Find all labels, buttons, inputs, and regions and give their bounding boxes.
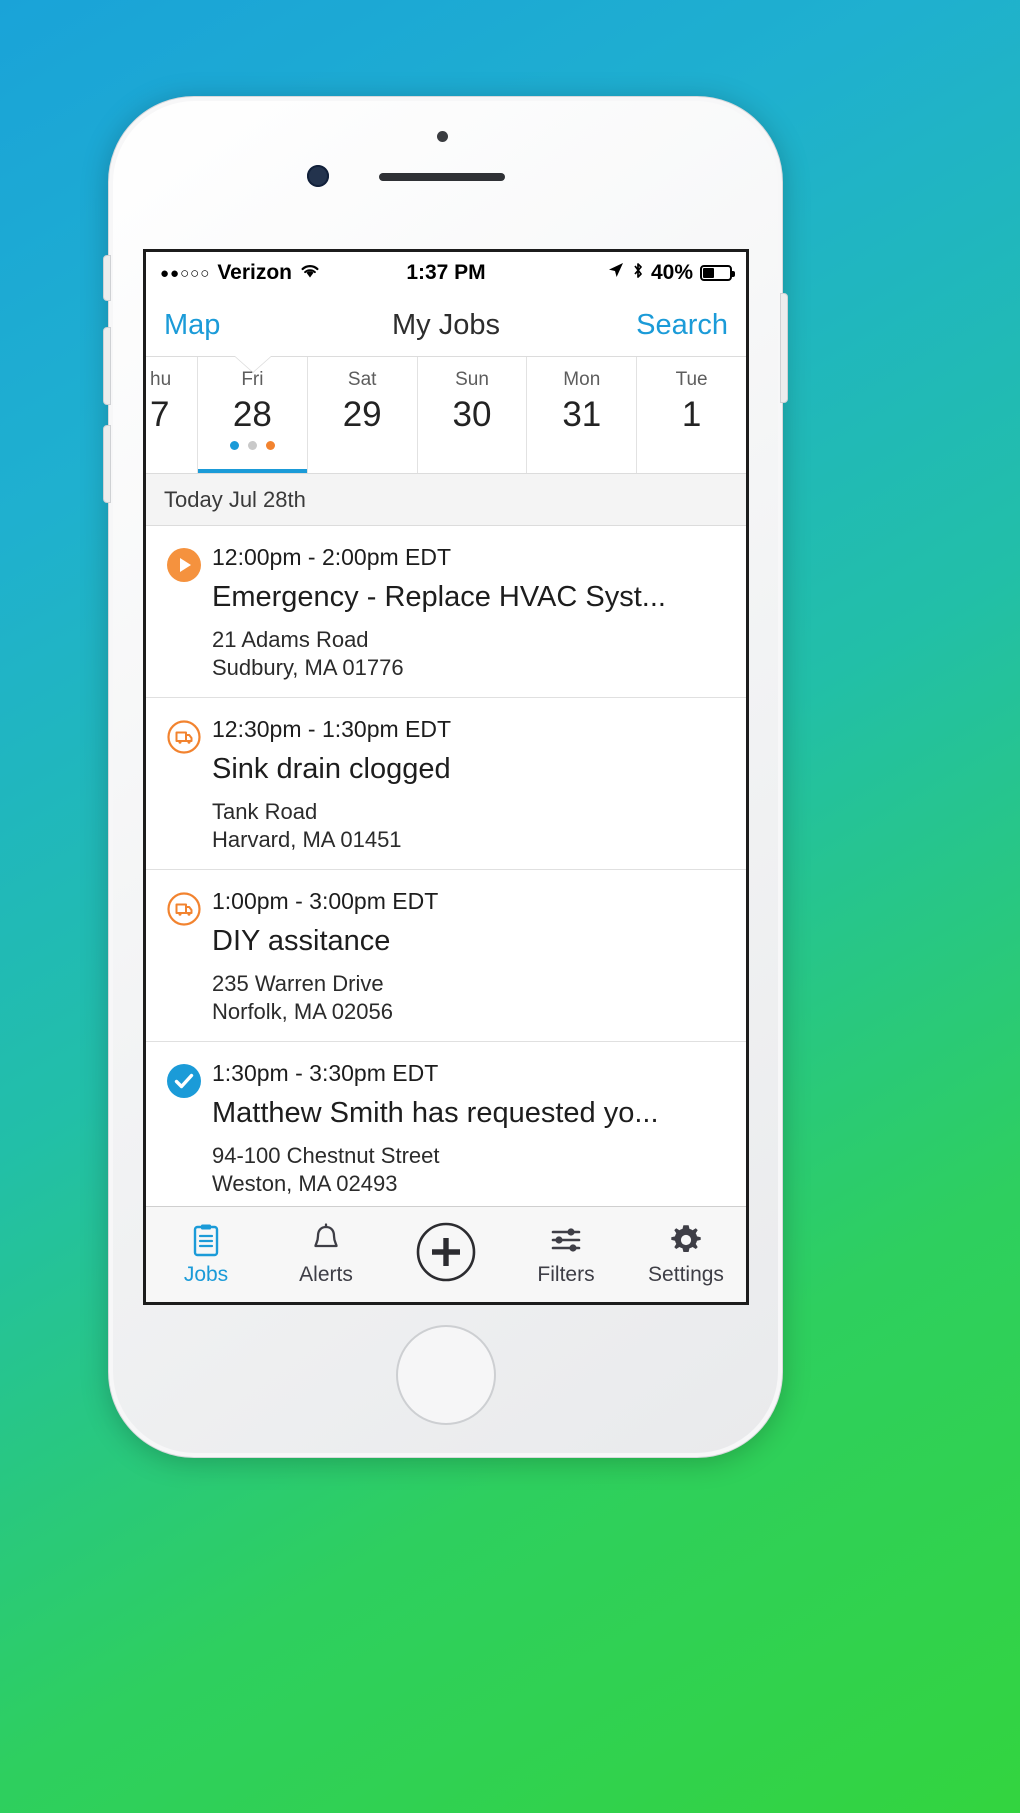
tab-jobs[interactable]: Jobs <box>146 1222 266 1287</box>
earpiece-speaker <box>379 173 505 181</box>
job-address: 94-100 Chestnut Street Weston, MA 02493 <box>212 1142 730 1197</box>
job-address-line1: 21 Adams Road <box>212 627 369 652</box>
bluetooth-icon <box>632 261 644 286</box>
table-row[interactable]: 1:30pm - 3:30pm EDT Matthew Smith has re… <box>146 1042 746 1214</box>
section-header: Today Jul 28th <box>146 474 746 526</box>
home-button[interactable] <box>396 1325 496 1425</box>
day-number: 28 <box>232 395 272 434</box>
signal-strength-icon: ●●○○○ <box>160 264 211 282</box>
nav-bar: Map My Jobs Search <box>146 294 746 356</box>
job-title: Emergency - Replace HVAC Syst... <box>212 581 666 613</box>
tab-label: Filters <box>537 1263 595 1286</box>
table-row[interactable]: 12:30pm - 1:30pm EDT Sink drain clogged … <box>146 698 746 870</box>
day-name: Sat <box>347 369 377 390</box>
job-time: 1:30pm - 3:30pm EDT <box>212 1060 439 1086</box>
day-event-dot <box>247 441 257 450</box>
tab-label: Jobs <box>183 1263 229 1286</box>
clipboard-icon <box>191 1222 221 1258</box>
phone-device: ●●○○○ Verizon 1:37 PM 40% Map My Jobs Se… <box>103 96 788 1458</box>
day-number: 7 <box>150 395 170 434</box>
job-address-line1: 94-100 Chestnut Street <box>212 1143 440 1168</box>
tab-label: Settings <box>648 1263 724 1286</box>
mute-switch[interactable] <box>103 255 111 301</box>
job-address-line1: 235 Warren Drive <box>212 971 384 996</box>
gear-icon <box>669 1222 703 1258</box>
sliders-icon <box>550 1222 582 1258</box>
job-address: 235 Warren Drive Norfolk, MA 02056 <box>212 970 730 1025</box>
battery-percent-label: 40% <box>650 261 693 284</box>
location-arrow-icon <box>607 261 625 285</box>
day-cell-2[interactable]: Sat 29 <box>308 357 418 473</box>
job-address-line1: Tank Road <box>212 799 318 824</box>
carrier-label: Verizon <box>217 261 293 284</box>
day-cell-4[interactable]: Mon 31 <box>527 357 638 473</box>
day-number: 31 <box>562 395 602 434</box>
day-cell-1-selected[interactable]: Fri 28 <box>198 357 308 473</box>
day-name: Fri <box>241 369 264 390</box>
status-time: 1:37 PM <box>406 261 486 284</box>
search-button[interactable]: Search <box>636 309 728 342</box>
day-event-dot <box>229 441 239 450</box>
tab-filters[interactable]: Filters <box>506 1222 626 1287</box>
tab-settings[interactable]: Settings <box>626 1222 746 1287</box>
job-address-line2: Harvard, MA 01451 <box>212 826 402 852</box>
job-address: 21 Adams Road Sudbury, MA 01776 <box>212 626 730 681</box>
plus-circle-icon <box>415 1221 477 1283</box>
job-title: Matthew Smith has requested yo... <box>212 1097 659 1129</box>
day-name: Mon <box>563 369 601 390</box>
wifi-icon <box>299 261 321 285</box>
phone-screen: ●●○○○ Verizon 1:37 PM 40% Map My Jobs Se… <box>143 249 749 1305</box>
tab-add[interactable] <box>386 1221 506 1288</box>
power-button[interactable] <box>780 293 788 403</box>
check-circle-filled-icon <box>162 1060 206 1197</box>
table-row[interactable]: 12:00pm - 2:00pm EDT Emergency - Replace… <box>146 526 746 698</box>
front-camera-icon <box>307 165 329 187</box>
volume-up-button[interactable] <box>103 327 111 405</box>
van-circle-outline-icon <box>162 888 206 1025</box>
day-name: Sun <box>455 369 489 390</box>
job-title: Sink drain clogged <box>212 753 451 785</box>
job-list: 12:00pm - 2:00pm EDT Emergency - Replace… <box>146 526 746 1214</box>
tab-alerts[interactable]: Alerts <box>266 1222 386 1287</box>
day-event-dots <box>229 441 275 450</box>
status-bar: ●●○○○ Verizon 1:37 PM 40% <box>146 252 746 294</box>
day-number: 1 <box>681 395 702 434</box>
job-time: 12:30pm - 1:30pm EDT <box>212 716 452 742</box>
bell-icon <box>311 1222 341 1258</box>
map-button[interactable]: Map <box>164 309 220 342</box>
tab-label: Alerts <box>299 1263 353 1286</box>
day-number: 30 <box>452 395 492 434</box>
rear-sensor-dot <box>437 131 448 142</box>
tab-bar: Jobs Alerts Filters Settings <box>146 1206 746 1302</box>
job-time: 1:00pm - 3:00pm EDT <box>212 888 439 914</box>
table-row[interactable]: 1:00pm - 3:00pm EDT DIY assitance 235 Wa… <box>146 870 746 1042</box>
day-event-dot <box>265 441 275 450</box>
job-title: DIY assitance <box>212 925 391 957</box>
nav-bar-wrapper: Map My Jobs Search <box>146 294 746 356</box>
job-address-line2: Sudbury, MA 01776 <box>212 654 404 680</box>
battery-icon <box>700 265 735 281</box>
play-circle-filled-icon <box>162 544 206 681</box>
job-address: Tank Road Harvard, MA 01451 <box>212 798 730 853</box>
van-circle-outline-icon <box>162 716 206 853</box>
day-cell-5[interactable]: Tue 1 <box>637 357 746 473</box>
day-cell-0[interactable]: hu 7 <box>146 357 198 473</box>
day-name: Tue <box>675 369 708 390</box>
job-address-line2: Norfolk, MA 02056 <box>212 998 393 1024</box>
day-cell-3[interactable]: Sun 30 <box>418 357 528 473</box>
day-name: hu <box>150 369 172 390</box>
day-number: 29 <box>342 395 382 434</box>
job-address-line2: Weston, MA 02493 <box>212 1170 398 1196</box>
volume-down-button[interactable] <box>103 425 111 503</box>
job-time: 12:00pm - 2:00pm EDT <box>212 544 452 570</box>
date-strip[interactable]: hu 7 Fri 28 Sat 29 Sun 30 Mon 31 Tue 1 <box>146 356 746 474</box>
